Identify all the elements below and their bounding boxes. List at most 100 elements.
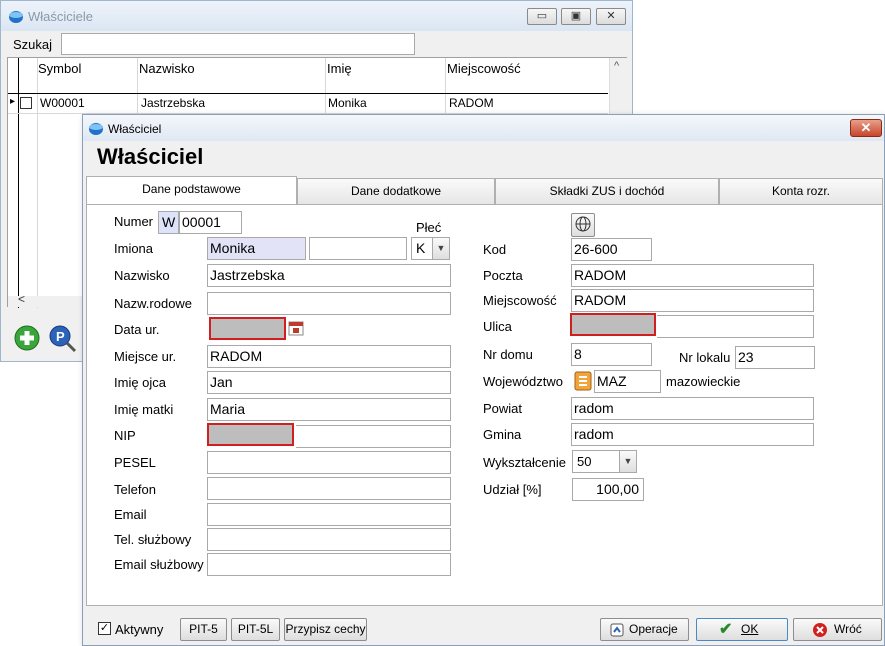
operations-icon [610,623,624,637]
ok-label: OK [741,622,759,636]
nazw-rodowe-label: Nazw.rodowe [114,296,193,311]
scroll-up-icon[interactable]: ^ [614,60,619,72]
wojewodztwo-code-input[interactable]: MAZ [594,370,661,393]
nip-input[interactable] [207,423,294,446]
ulica-label: Ulica [483,319,512,334]
imie-matki-label: Imię matki [114,402,174,417]
search-owner-icon[interactable]: P [47,323,77,353]
globe-button[interactable] [571,213,595,237]
data-ur-input[interactable] [209,317,286,340]
poczta-input[interactable]: RADOM [571,264,814,287]
aktywny-label: Aktywny [115,622,164,637]
owner-dialog: Właściciel ✕ Właściciel Dane podstawowe … [82,114,885,646]
horizontal-scrollbar[interactable]: < [8,292,88,307]
chevron-down-icon[interactable]: ▼ [432,238,449,259]
owner-dialog-titlebar[interactable]: Właściciel ✕ [83,115,884,141]
globe-icon [575,216,591,232]
tel-sluzbowy-input[interactable] [207,528,451,551]
plec-value: K [416,240,426,256]
wroc-button[interactable]: Wróć [793,618,882,641]
imie-ojca-label: Imię ojca [114,375,167,390]
tab-konta-rozr[interactable]: Konta rozr. [719,178,883,205]
window-close-button[interactable]: ✕ [596,8,626,25]
nazwisko-input[interactable]: Jastrzebska [207,264,451,287]
telefon-input[interactable] [207,477,451,500]
table-row[interactable]: ▸ W00001 Jastrzebska Monika RADOM [8,94,608,112]
cancel-icon [813,623,827,637]
gmina-input[interactable]: radom [571,423,814,446]
check-icon: ✔ [719,621,733,638]
tab-dane-podstawowe[interactable]: Dane podstawowe [86,176,297,205]
nip-input-extension[interactable] [296,425,451,448]
column-header-imie[interactable]: Imię [327,60,352,78]
list-picker-icon[interactable] [574,371,592,391]
nr-domu-input[interactable]: 8 [571,343,652,366]
email-input[interactable] [207,503,451,526]
plec-select[interactable]: K ▼ [411,237,450,260]
column-header-nazwisko[interactable]: Nazwisko [139,60,195,78]
powiat-input[interactable]: radom [571,397,814,420]
imie-matki-input[interactable]: Maria [207,398,451,421]
email-sluzbowy-label: Email służbowy [114,557,204,572]
operacje-button[interactable]: Operacje [600,618,689,641]
numer-label: Numer [114,214,154,229]
wroc-label: Wróć [834,622,862,636]
checkmark-icon: ✓ [99,622,110,634]
column-header-symbol[interactable]: Symbol [38,60,81,78]
maximize-icon: ▣ [570,10,582,22]
search-input[interactable] [61,33,415,55]
imie-ojca-input[interactable]: Jan [207,371,451,394]
miejscowosc-label: Miejscowość [483,293,557,308]
owners-list-titlebar[interactable]: Właściciele ▭ ▣ ✕ [1,1,632,31]
dialog-close-button[interactable]: ✕ [850,119,882,137]
wyksztalcenie-select[interactable]: 50 ▼ [572,450,637,473]
nr-lokalu-input[interactable]: 23 [735,346,815,369]
wojewodztwo-name: mazowieckie [666,374,741,389]
email-sluzbowy-input[interactable] [207,553,451,576]
poczta-label: Poczta [483,268,523,283]
tel-sluzbowy-label: Tel. służbowy [114,532,192,547]
scroll-left-icon[interactable]: < [18,292,25,306]
ulica-input[interactable] [570,313,656,336]
pit5l-button[interactable]: PIT-5L [231,618,280,641]
wyksztalcenie-value: 50 [577,454,592,469]
minimize-button[interactable]: ▭ [527,8,557,25]
add-icon[interactable] [13,324,41,352]
imiona-input[interactable]: Monika [207,237,306,260]
tab-skladki-zus[interactable]: Składki ZUS i dochód [495,178,719,205]
przypisz-cechy-button[interactable]: Przypisz cechy [284,618,367,641]
ulica-input-extension[interactable] [657,315,814,338]
powiat-label: Powiat [483,401,523,416]
imiona-label: Imiona [114,241,154,256]
wojewodztwo-label: Województwo [483,374,563,389]
dialog-heading: Właściciel [97,144,204,169]
kod-label: Kod [483,242,507,257]
tab-dane-dodatkowe[interactable]: Dane dodatkowe [297,178,495,205]
owner-dialog-title: Właściciel [108,122,162,136]
row-checkbox[interactable] [20,97,32,109]
search-label: Szukaj [13,37,53,52]
nazw-rodowe-input[interactable] [207,292,451,315]
pit5-button[interactable]: PIT-5 [180,618,227,641]
imiona2-input[interactable] [309,237,407,260]
operacje-label: Operacje [629,622,678,636]
app-logo-icon [89,123,103,135]
miejsce-ur-label: Miejsce ur. [114,349,177,364]
nip-label: NIP [114,428,136,443]
udzial-input[interactable]: 100,00 [572,478,644,501]
maximize-button[interactable]: ▣ [561,8,591,25]
miejscowosc-input[interactable]: RADOM [571,289,814,312]
minimize-icon: ▭ [536,10,548,22]
svg-text:P: P [56,329,65,344]
kod-input[interactable]: 26-600 [571,238,652,261]
calendar-icon[interactable] [288,320,304,336]
ok-button[interactable]: ✔ OK [696,618,788,641]
aktywny-checkbox[interactable]: ✓ [98,622,111,635]
miejsce-ur-input[interactable]: RADOM [207,345,451,368]
gmina-label: Gmina [483,427,522,442]
data-ur-label: Data ur. [114,322,160,337]
chevron-down-icon[interactable]: ▼ [619,451,636,472]
numer-input[interactable]: 00001 [179,211,242,234]
column-header-miejscowosc[interactable]: Miejscowość [447,60,521,78]
pesel-input[interactable] [207,451,451,474]
